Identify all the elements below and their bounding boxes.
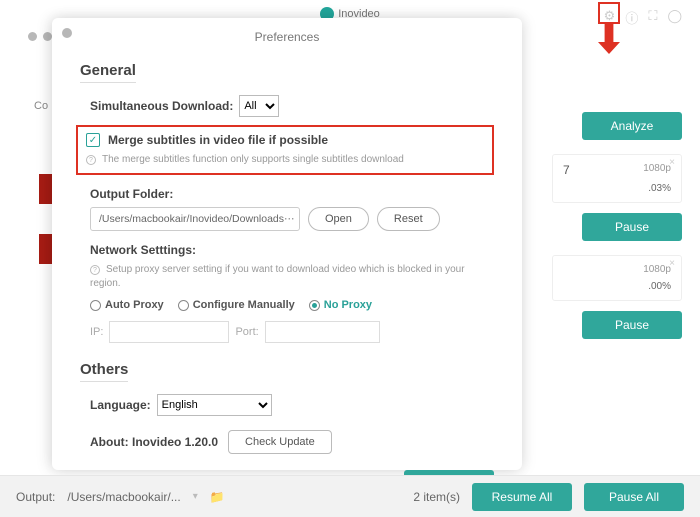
merge-highlight-box: ✓ Merge subtitles in video file if possi…: [76, 125, 494, 175]
language-label: Language:: [90, 398, 151, 412]
settings-highlight-box: [598, 2, 620, 24]
folder-icon[interactable]: 📁: [210, 490, 225, 504]
ip-input[interactable]: [109, 321, 229, 343]
download-card: × 1080p .00%: [552, 255, 682, 301]
configure-manually-radio[interactable]: Configure Manually: [178, 299, 295, 311]
no-proxy-radio[interactable]: No Proxy: [309, 299, 372, 311]
download-card: × 7 1080p .03%: [552, 154, 682, 203]
info-icon[interactable]: ⓘ: [625, 8, 638, 27]
output-label: Output:: [16, 490, 55, 504]
item-count: 2 item(s): [413, 490, 460, 504]
close-icon[interactable]: ×: [669, 157, 675, 168]
reset-button[interactable]: Reset: [377, 207, 440, 231]
merge-checkbox[interactable]: ✓: [86, 133, 100, 147]
resume-all-button[interactable]: Resume All: [472, 483, 572, 511]
dialog-close-icon[interactable]: [62, 28, 72, 38]
pause-all-button[interactable]: Pause All: [584, 483, 684, 511]
check-update-button[interactable]: Check Update: [228, 430, 332, 454]
card-resolution: 1080p: [643, 264, 671, 275]
pause-button[interactable]: Pause: [582, 311, 682, 339]
output-label: Output Folder:: [90, 187, 173, 201]
cart-icon[interactable]: ⛶: [648, 8, 657, 27]
status-bar: Output: /Users/macbookair/... ▾ 📁 2 item…: [0, 475, 700, 517]
settings-highlight-arrow: [598, 24, 620, 54]
auto-proxy-radio[interactable]: Auto Proxy: [90, 299, 164, 311]
card-progress: .03%: [563, 183, 671, 194]
card-number: 7: [563, 163, 570, 177]
dialog-title: Preferences: [80, 30, 494, 44]
port-label: Port:: [235, 326, 258, 338]
merge-note: The merge subtitles function only suppor…: [102, 154, 404, 165]
language-select[interactable]: English: [157, 394, 272, 416]
section-others: Others: [80, 361, 128, 382]
chevron-down-icon[interactable]: ▾: [193, 491, 198, 502]
simultaneous-label: Simultaneous Download:: [90, 99, 233, 113]
about-label: About: Inovideo 1.20.0: [90, 435, 218, 449]
card-progress: .00%: [563, 281, 671, 292]
port-input[interactable]: [265, 321, 380, 343]
preferences-dialog: Preferences General Simultaneous Downloa…: [52, 18, 522, 470]
output-path-field[interactable]: /Users/macbookair/Inovideo/Downloads ⋯: [90, 207, 300, 231]
simultaneous-select[interactable]: All: [239, 95, 279, 117]
help-icon[interactable]: ◯: [667, 8, 682, 27]
merge-label: Merge subtitles in video file if possibl…: [108, 133, 328, 147]
column-header: Co: [34, 100, 48, 112]
ip-label: IP:: [90, 326, 103, 338]
list-thumbnail: [39, 234, 52, 264]
section-general: General: [80, 62, 136, 83]
analyze-button[interactable]: Analyze: [582, 112, 682, 140]
info-icon: ?: [86, 155, 96, 165]
card-resolution: 1080p: [643, 163, 671, 177]
output-path: /Users/macbookair/...: [67, 490, 180, 504]
list-thumbnail: [39, 174, 52, 204]
output-path-text: /Users/macbookair/Inovideo/Downloads: [99, 213, 284, 225]
pause-button[interactable]: Pause: [582, 213, 682, 241]
open-button[interactable]: Open: [308, 207, 369, 231]
info-icon: ?: [90, 265, 100, 275]
network-note: Setup proxy server setting if you want t…: [90, 264, 465, 289]
more-icon[interactable]: ⋯: [284, 213, 295, 225]
close-icon[interactable]: ×: [669, 258, 675, 269]
network-label: Network Setttings:: [90, 243, 196, 257]
